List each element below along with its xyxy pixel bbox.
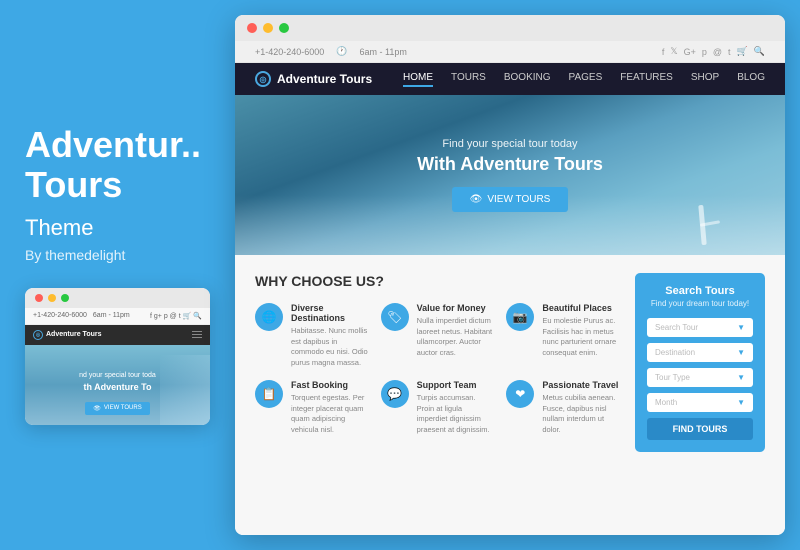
mini-hero-title: th Adventure To <box>79 382 156 392</box>
mini-eye-icon: 👁 <box>93 405 101 412</box>
mini-view-tours-button[interactable]: 👁 VIEW TOURS <box>85 402 149 415</box>
feature-icon-tag: 🏷 <box>381 303 409 331</box>
feature-item-support: 💬 Support Team Turpis accumsan. Proin at… <box>381 380 495 435</box>
view-tours-button[interactable]: 👁 VIEW TOURS <box>452 187 569 212</box>
feature-item-passionate: ❤ Passionate Travel Metus cubilia aenean… <box>506 380 620 435</box>
search-box: Search Tours Find your dream tour today!… <box>635 273 765 452</box>
big-dot-yellow <box>263 23 273 33</box>
feature-text-places: Beautiful Places Eu molestie Purus ac. F… <box>542 303 620 368</box>
hero-content: Find your special tour today With Advent… <box>417 138 603 212</box>
features-grid: 🌐 Diverse Destinations Habitasse. Nunc m… <box>255 303 620 435</box>
social-twitter[interactable]: 𝕏 <box>670 46 677 57</box>
mini-browser-bar <box>25 288 210 308</box>
social-tumblr[interactable]: t <box>728 47 731 57</box>
nav-item-shop[interactable]: SHOP <box>691 72 719 87</box>
feature-text-booking: Fast Booking Torquent egestas. Per integ… <box>291 380 369 435</box>
feature-text-passionate: Passionate Travel Metus cubilia aenean. … <box>542 380 620 435</box>
logo-icon: ◎ <box>255 71 271 87</box>
mini-dot-red <box>35 294 43 302</box>
theme-title: Adventur.. Tours <box>25 125 205 204</box>
nav-item-features[interactable]: FEATURES <box>620 72 673 87</box>
find-tours-button[interactable]: FIND TOURS <box>647 418 753 440</box>
mini-browser-preview: +1-420-240-6000 6am - 11pm f g+ p @ t 🛒 … <box>25 288 210 425</box>
search-box-subtitle: Find your dream tour today! <box>647 299 753 308</box>
feature-icon-clipboard: 📋 <box>255 380 283 408</box>
features-title: WHY CHOOSE US? <box>255 273 620 289</box>
site-content: WHY CHOOSE US? 🌐 Diverse Destinations Ha… <box>235 255 785 535</box>
feature-item-value: 🏷 Value for Money Nulla imperdiet dictum… <box>381 303 495 368</box>
feature-icon-camera: 📷 <box>506 303 534 331</box>
mini-hours: 6am - 11pm <box>93 312 130 319</box>
social-pinterest[interactable]: p <box>702 47 707 57</box>
site-topbar: +1-420-240-6000 🕐 6am - 11pm f 𝕏 G+ p @ … <box>235 41 785 63</box>
site-hours: 6am - 11pm <box>360 47 407 57</box>
feature-icon-globe: 🌐 <box>255 303 283 331</box>
nav-item-tours[interactable]: TOURS <box>451 72 486 87</box>
dropdown-arrow-icon2: ▼ <box>737 348 745 357</box>
feature-icon-chat: 💬 <box>381 380 409 408</box>
destination-field[interactable]: Destination ▼ <box>647 343 753 362</box>
mini-dot-yellow <box>48 294 56 302</box>
nav-item-home[interactable]: HOME <box>403 72 433 87</box>
tour-type-field[interactable]: Tour Type ▼ <box>647 368 753 387</box>
feature-text-support: Support Team Turpis accumsan. Proin at l… <box>417 380 495 435</box>
mini-logo: ◎ Adventure Tours <box>33 330 102 340</box>
social-instagram[interactable]: @ <box>713 47 722 57</box>
features-section: WHY CHOOSE US? 🌐 Diverse Destinations Ha… <box>255 273 620 517</box>
search-sidebar: Search Tours Find your dream tour today!… <box>635 273 765 517</box>
mini-phone: +1-420-240-6000 <box>33 312 87 319</box>
left-panel: Adventur.. Tours Theme By themedelight +… <box>0 95 230 454</box>
search-icon[interactable]: 🔍 <box>754 46 765 57</box>
eye-icon: 👁 <box>470 194 483 205</box>
feature-item-diverse: 🌐 Diverse Destinations Habitasse. Nunc m… <box>255 303 369 368</box>
theme-author: By themedelight <box>25 247 205 263</box>
site-nav: ◎ Adventure Tours HOME TOURS BOOKING PAG… <box>235 63 785 95</box>
hero-subtitle: Find your special tour today <box>417 138 603 150</box>
search-tour-field[interactable]: Search Tour ▼ <box>647 318 753 337</box>
site-hours-icon: 🕐 <box>336 46 347 57</box>
feature-item-places: 📷 Beautiful Places Eu molestie Purus ac.… <box>506 303 620 368</box>
mini-hero-text: nd your special tour toda <box>79 372 156 379</box>
hero-title: With Adventure Tours <box>417 154 603 175</box>
feature-text-value: Value for Money Nulla imperdiet dictum l… <box>417 303 495 368</box>
dropdown-arrow-icon4: ▼ <box>737 398 745 407</box>
feature-text-diverse: Diverse Destinations Habitasse. Nunc mol… <box>291 303 369 368</box>
big-dot-red <box>247 23 257 33</box>
site-nav-menu: HOME TOURS BOOKING PAGES FEATURES SHOP B… <box>403 72 765 87</box>
mini-topbar: +1-420-240-6000 6am - 11pm f g+ p @ t 🛒 … <box>25 308 210 325</box>
mini-logo-icon: ◎ <box>33 330 43 340</box>
feature-item-booking: 📋 Fast Booking Torquent egestas. Per int… <box>255 380 369 435</box>
big-browser: +1-420-240-6000 🕐 6am - 11pm f 𝕏 G+ p @ … <box>235 15 785 535</box>
nav-item-booking[interactable]: BOOKING <box>504 72 551 87</box>
cart-icon[interactable]: 🛒 <box>737 46 748 57</box>
mini-dot-green <box>61 294 69 302</box>
big-browser-bar <box>235 15 785 41</box>
feature-icon-heart: ❤ <box>506 380 534 408</box>
site-phone: +1-420-240-6000 <box>255 47 324 57</box>
nav-item-blog[interactable]: BLOG <box>737 72 765 87</box>
social-gplus[interactable]: G+ <box>684 47 696 57</box>
social-facebook[interactable]: f <box>662 47 665 57</box>
mini-hamburger-icon <box>192 331 202 339</box>
site-topbar-right: f 𝕏 G+ p @ t 🛒 🔍 <box>662 46 765 57</box>
mini-hero: nd your special tour toda th Adventure T… <box>25 345 210 425</box>
mini-social-icons: f g+ p @ t 🛒 🔍 <box>150 312 202 320</box>
nav-item-pages[interactable]: PAGES <box>569 72 603 87</box>
big-dot-green <box>279 23 289 33</box>
site-logo[interactable]: ◎ Adventure Tours <box>255 71 372 87</box>
right-panel: +1-420-240-6000 🕐 6am - 11pm f 𝕏 G+ p @ … <box>230 0 800 550</box>
search-box-title: Search Tours <box>647 285 753 297</box>
mini-nav: ◎ Adventure Tours <box>25 325 210 345</box>
month-field[interactable]: Month ▼ <box>647 393 753 412</box>
dropdown-arrow-icon3: ▼ <box>737 373 745 382</box>
theme-subtitle: Theme <box>25 215 205 241</box>
site-topbar-left: +1-420-240-6000 🕐 6am - 11pm <box>255 46 407 57</box>
site-hero: Find your special tour today With Advent… <box>235 95 785 255</box>
dropdown-arrow-icon: ▼ <box>737 323 745 332</box>
